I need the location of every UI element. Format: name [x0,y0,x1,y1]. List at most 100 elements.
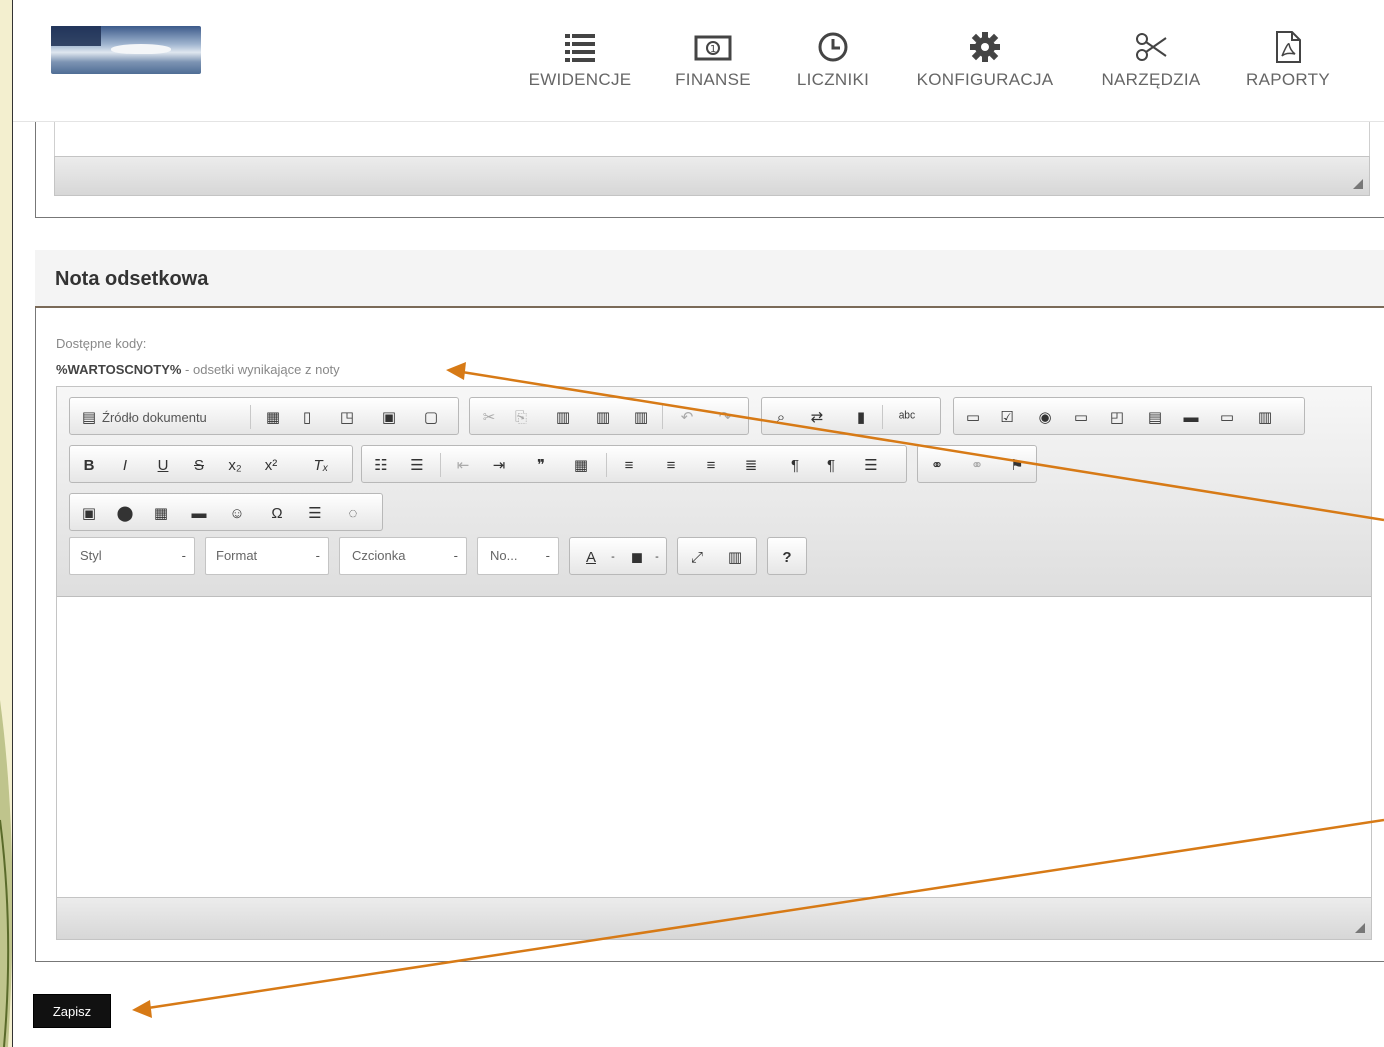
anchor-icon[interactable]: ⚑ [1006,454,1028,476]
undo-icon[interactable]: ↶ [676,406,698,428]
spellcheck-icon[interactable]: ᵃᵇᶜ [896,406,918,428]
format-combo[interactable]: Format - [205,537,329,575]
language-icon[interactable]: ☰ [860,454,882,476]
blockquote-icon[interactable]: ❞ [530,454,552,476]
print-icon[interactable]: ▣ [378,406,400,428]
align-justify-icon[interactable]: ≣ [740,454,762,476]
smiley-icon[interactable]: ☺ [226,502,248,524]
table-icon[interactable]: ▦ [150,502,172,524]
cut-icon[interactable]: ✂ [478,406,500,428]
toolbar-separator [606,453,607,477]
replace-icon[interactable]: ⇄ [806,406,828,428]
logo[interactable] [51,26,201,74]
maximize-icon[interactable]: ⤢ [686,546,708,568]
show-blocks-icon[interactable]: ▥ [724,546,746,568]
codes-label: Dostępne kody: [56,336,147,351]
text-color-icon[interactable]: A [580,546,602,568]
resize-grip-icon[interactable] [1353,179,1363,189]
ltr-icon[interactable]: ¶ [784,454,806,476]
bulleted-list-icon[interactable]: ☰ [406,454,428,476]
align-right-icon[interactable]: ≡ [700,454,722,476]
scissors-icon [1136,33,1167,61]
nav-ewidencje[interactable]: EWIDENCJE [525,30,635,110]
link-icon[interactable]: ⚭ [926,454,948,476]
find-icon[interactable]: ⌕ [770,406,792,428]
chevron-down-icon: - [315,548,320,563]
chevron-down-icon: - [545,548,550,563]
textarea-icon[interactable]: ◰ [1106,406,1128,428]
nav-label: NARZĘDZIA [1101,70,1201,89]
nav-label: FINANSE [675,70,751,89]
chevron-down-icon: - [181,548,186,563]
checkbox-icon[interactable]: ☑ [996,406,1018,428]
select-all-icon[interactable]: ▮ [850,406,872,428]
nav-raporty[interactable]: RAPORTY [1235,30,1341,110]
gear-icon [970,32,1000,62]
form-icon[interactable]: ▭ [962,406,984,428]
copy-icon[interactable]: ⎘ [510,406,532,428]
source-icon: ▤ [81,409,97,426]
numbered-list-icon[interactable]: ☷ [370,454,392,476]
templates-icon[interactable]: ▢ [420,406,442,428]
chevron-down-icon[interactable]: - [602,546,624,568]
font-combo-label: Czcionka [352,548,406,563]
paste-word-icon[interactable]: ▥ [630,406,652,428]
superscript-button[interactable]: x² [260,454,282,476]
toolbar-group-find: ⌕ ⇄ ▮ ᵃᵇᶜ [761,397,941,435]
nav-label: LICZNIKI [796,70,870,89]
align-center-icon[interactable]: ≡ [660,454,682,476]
textfield-icon[interactable]: ▭ [1070,406,1092,428]
paste-text-icon[interactable]: ▥ [592,406,614,428]
radio-icon[interactable]: ◉ [1034,406,1056,428]
source-button[interactable]: Źródło dokumentu [102,406,207,428]
save-button[interactable]: Zapisz [33,994,111,1028]
unlink-icon[interactable]: ⚭ [966,454,988,476]
underline-button[interactable]: U [152,454,174,476]
font-combo[interactable]: Czcionka - [339,537,467,575]
remove-format-button[interactable]: Tₓ [310,454,332,476]
editor-content-area[interactable] [57,597,1371,897]
help-button[interactable]: ? [776,546,798,568]
nav-konfiguracja[interactable]: KONFIGURACJA [905,30,1065,110]
new-page-icon[interactable]: ▯ [296,406,318,428]
button-icon[interactable]: ▬ [1180,406,1202,428]
chevron-down-icon[interactable]: - [646,546,668,568]
hiddenfield-icon[interactable]: ▥ [1254,406,1276,428]
page-break-icon[interactable]: ☰ [304,502,326,524]
save-icon[interactable]: ▦ [262,406,284,428]
preview-icon[interactable]: ◳ [336,406,358,428]
background-color-icon[interactable]: ◼ [626,546,648,568]
select-icon[interactable]: ▤ [1144,406,1166,428]
nav-narzedzia[interactable]: NARZĘDZIA [1091,30,1211,110]
redo-icon[interactable]: ↷ [714,406,736,428]
nav-liczniki[interactable]: LICZNIKI [783,30,883,110]
indent-icon[interactable]: ⇥ [488,454,510,476]
strike-button[interactable]: S [188,454,210,476]
font-size-combo[interactable]: No... - [477,537,559,575]
iframe-icon[interactable]: ◌ [342,502,364,524]
toolbar-group-forms: ▭ ☑ ◉ ▭ ◰ ▤ ▬ ▭ ▥ [953,397,1305,435]
toolbar-separator [440,453,441,477]
paste-icon[interactable]: ▥ [552,406,574,428]
align-left-icon[interactable]: ≡ [618,454,640,476]
bold-button[interactable]: B [78,454,100,476]
subscript-button[interactable]: x₂ [224,454,246,476]
style-combo[interactable]: Styl - [69,537,195,575]
image-icon[interactable]: ▣ [78,502,100,524]
resize-grip-icon[interactable] [1355,923,1365,933]
outdent-icon[interactable]: ⇤ [452,454,474,476]
horizontal-rule-icon[interactable]: ▬ [188,502,210,524]
money-icon: 1 [694,35,732,61]
special-char-icon[interactable]: Ω [266,502,288,524]
section-body: Dostępne kody: %WARTOSCNOTY% - odsetki w… [35,308,1384,962]
toolbar-group-basicstyles: B I U S x₂ x² Tₓ [69,445,353,483]
nav-finanse[interactable]: 1 FINANSE [663,30,763,110]
flash-icon[interactable]: ⬤ [114,502,136,524]
imagebutton-icon[interactable]: ▭ [1216,406,1238,428]
editor-statusbar [57,897,1371,939]
previous-editor-area[interactable] [54,122,1370,156]
italic-button[interactable]: I [114,454,136,476]
rtl-icon[interactable]: ¶ [820,454,842,476]
creatediv-icon[interactable]: ▦ [570,454,592,476]
clock-icon [818,32,848,62]
